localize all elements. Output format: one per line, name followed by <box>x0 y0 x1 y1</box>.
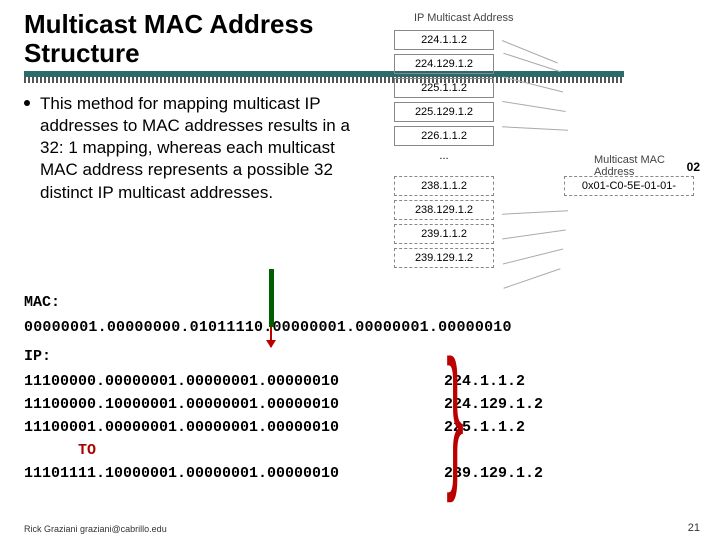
ip-row: 11100001.00000001.00000001.00000010 225.… <box>24 419 720 436</box>
ip-label: IP: <box>24 348 720 365</box>
ip-box: 225.129.1.2 <box>394 102 494 122</box>
bracket-lines <box>502 12 572 282</box>
ip-rows: 11100000.00000001.00000001.00000010 224.… <box>24 373 720 482</box>
mac-label: MAC: <box>24 294 720 311</box>
overlay-suffix: 02 <box>687 160 700 174</box>
curly-brace: } <box>446 343 464 488</box>
ip-binary: 11100000.10000001.00000001.00000010 <box>24 396 444 413</box>
bullet-item: This method for mapping multicast IP add… <box>0 77 370 203</box>
slide-title: Multicast MAC Address Structure <box>0 0 360 67</box>
ip-box: 226.1.1.2 <box>394 126 494 146</box>
bullet-dot <box>24 100 30 106</box>
ip-box: 239.1.1.2 <box>394 224 494 244</box>
ip-dotted: 225.1.1.2 <box>444 419 644 436</box>
mapping-arrow <box>270 327 272 347</box>
ip-binary: 11101111.10000001.00000001.00000010 <box>24 465 444 482</box>
page-number: 21 <box>688 522 700 534</box>
ip-box: 224.1.1.2 <box>394 30 494 50</box>
ip-row: 11101111.10000001.00000001.00000010 239.… <box>24 465 720 482</box>
ellipsis: ... <box>394 150 494 162</box>
ip-dotted: 224.1.1.2 <box>444 373 644 390</box>
to-label: TO <box>78 442 720 459</box>
ip-box: 238.1.1.2 <box>394 176 494 196</box>
mac-result-box: 0x01-C0-5E-01-01- <box>564 176 694 200</box>
mac-box: 0x01-C0-5E-01-01- <box>564 176 694 196</box>
ip-row: 11100000.10000001.00000001.00000010 224.… <box>24 396 720 413</box>
ip-box: 224.129.1.2 <box>394 54 494 74</box>
ip-box: 225.1.1.2 <box>394 78 494 98</box>
footer-author: Rick Graziani graziani@cabrillo.edu <box>24 524 167 534</box>
ip-box: 238.129.1.2 <box>394 200 494 220</box>
ip-binary: 11100001.00000001.00000001.00000010 <box>24 419 444 436</box>
ip-row: 11100000.00000001.00000001.00000010 224.… <box>24 373 720 390</box>
ip-column-label: IP Multicast Address <box>414 12 513 24</box>
bullet-text: This method for mapping multicast IP add… <box>40 93 370 203</box>
ip-binary: 11100000.00000001.00000001.00000010 <box>24 373 444 390</box>
ip-dotted: 224.129.1.2 <box>444 396 644 413</box>
mac-column-label: Multicast MAC Address <box>594 154 694 178</box>
ip-box: 239.129.1.2 <box>394 248 494 268</box>
mac-binary-value: 00000001.00000000.01011110.00000001.0000… <box>24 319 720 336</box>
ip-dotted: 239.129.1.2 <box>444 465 644 482</box>
